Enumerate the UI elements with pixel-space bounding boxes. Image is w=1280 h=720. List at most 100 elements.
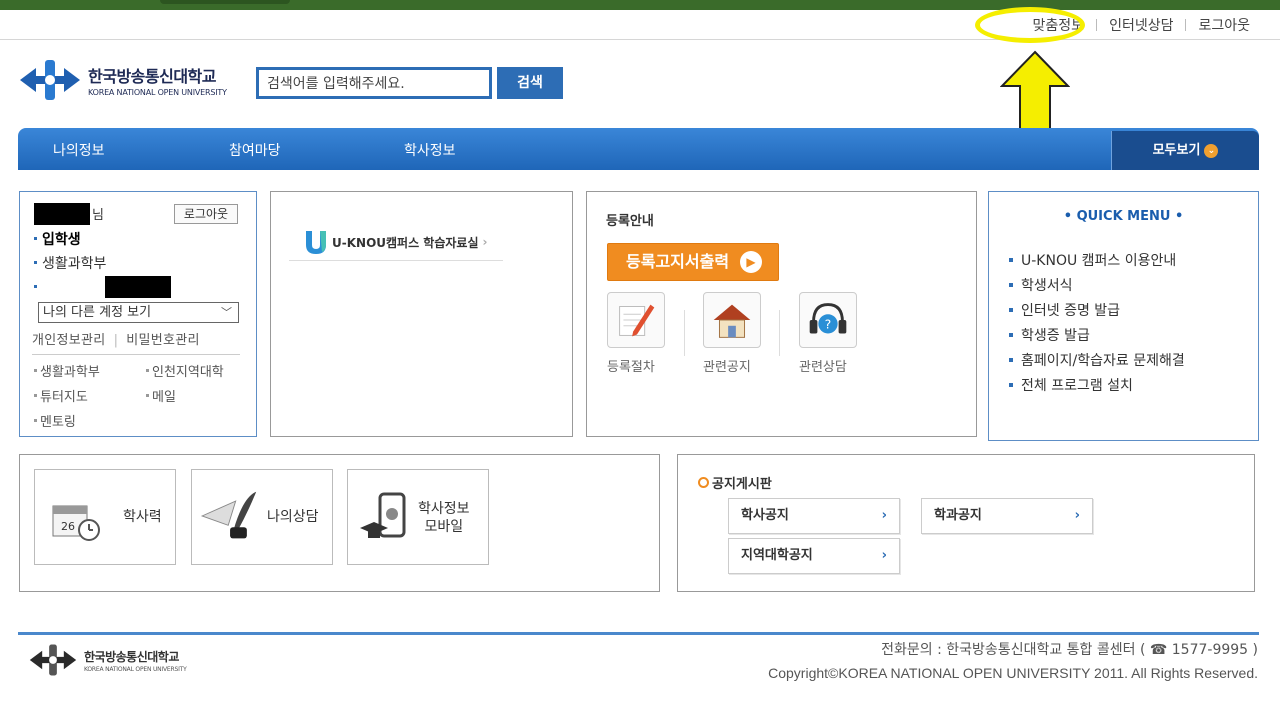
university-logo[interactable]: 한국방송통신대학교 KOREA NATIONAL OPEN UNIVERSITY xyxy=(18,58,227,102)
consult-headset-icon[interactable]: ? xyxy=(799,292,857,348)
dept-notice-button[interactable]: 학과공지 › xyxy=(921,498,1093,534)
top-tab xyxy=(160,0,290,4)
u-knou-icon xyxy=(306,231,326,254)
consult-tile[interactable]: 나의상담 xyxy=(191,469,333,565)
profile-mgmt-link[interactable]: 개인정보관리 xyxy=(32,333,106,348)
mobile-phone-icon xyxy=(360,492,406,538)
view-all-label: 모두보기 xyxy=(1152,143,1201,158)
mobile-tile[interactable]: 학사정보 모바일 xyxy=(347,469,489,565)
calendar-tile-label: 학사력 xyxy=(123,509,162,525)
notice-house-icon[interactable] xyxy=(703,292,761,348)
registration-panel: 등록안내 등록고지서출력 ▶ ? 등록절차 관련공지 관련상담 xyxy=(586,191,977,437)
nav-academic-info[interactable]: 학사정보 xyxy=(404,128,456,170)
calendar-icon: 26 xyxy=(52,505,100,541)
logout-link[interactable]: 로그아웃 xyxy=(1198,15,1250,35)
notice-board-title: 공지게시판 xyxy=(698,473,772,492)
chevron-down-icon: ⌄ xyxy=(1204,143,1219,158)
nav-my-info[interactable]: 나의정보 xyxy=(53,128,105,170)
print-invoice-button[interactable]: 등록고지서출력 ▶ xyxy=(607,243,779,281)
user-link-tutor[interactable]: 튜터지도 xyxy=(34,386,88,405)
quick-menu-item[interactable]: 학생서식 xyxy=(1009,275,1073,295)
chevron-right-icon: › xyxy=(482,235,488,249)
logo-mark-icon xyxy=(29,644,77,676)
redacted-name xyxy=(34,203,90,225)
account-mgmt: 개인정보관리 | 비밀번호관리 xyxy=(32,329,200,348)
footer-logo-en: KOREA NATIONAL OPEN UNIVERSITY xyxy=(84,665,187,673)
svg-text:?: ? xyxy=(825,317,832,332)
quick-menu-title: • QUICK MENU • xyxy=(1063,209,1184,224)
internet-consult-link[interactable]: 인터넷상담 xyxy=(1109,15,1173,35)
nav-participation[interactable]: 참여마당 xyxy=(229,128,281,170)
quick-menu-title-text: QUICK MENU xyxy=(1076,209,1171,224)
divider xyxy=(779,310,780,356)
chevron-right-icon: › xyxy=(881,508,887,523)
footer-logo: 한국방송통신대학교 KOREA NATIONAL OPEN UNIVERSITY xyxy=(28,643,187,677)
quick-menu-item[interactable]: 전체 프로그램 설치 xyxy=(1009,375,1133,395)
divider: | xyxy=(113,333,119,348)
quick-menu-item[interactable]: 홈페이지/학습자료 문제해결 xyxy=(1009,350,1185,370)
logo-text-en: KOREA NATIONAL OPEN UNIVERSITY xyxy=(88,88,227,97)
quick-menu-item[interactable]: 인터넷 증명 발급 xyxy=(1008,300,1120,320)
user-suffix: 님 xyxy=(92,208,104,223)
user-extra-line xyxy=(34,277,52,295)
footer-divider xyxy=(18,632,1259,635)
quick-menu-item[interactable]: 학생증 발급 xyxy=(1009,325,1090,345)
procedure-label: 등록절차 xyxy=(607,360,655,375)
regional-notice-label: 지역대학공지 xyxy=(741,548,813,563)
consult-label: 관련상담 xyxy=(799,360,847,375)
search-input[interactable]: 검색어를 입력해주세요. xyxy=(256,67,492,99)
notice-label: 관련공지 xyxy=(703,360,751,375)
user-status: 입학생 xyxy=(34,229,81,249)
campus-panel: U-KNOU캠퍼스 학습자료실 › xyxy=(270,191,573,437)
academic-notice-button[interactable]: 학사공지 › xyxy=(728,498,900,534)
print-invoice-label: 등록고지서출력 xyxy=(626,252,730,271)
utility-bar: 맞춤정보 인터넷상담 로그아웃 xyxy=(0,10,1280,40)
campus-library-link[interactable]: U-KNOU캠퍼스 학습자료실 › xyxy=(303,228,487,256)
account-select-label: 나의 다른 계정 보기 xyxy=(43,305,152,320)
shortcut-panel: 26 학사력 나의상담 학사정보 모바일 xyxy=(19,454,660,592)
notice-board: 공지게시판 학사공지 › 학과공지 › 지역대학공지 › xyxy=(677,454,1255,592)
user-panel: 님 로그아웃 입학생 생활과학부 나의 다른 계정 보기 ﹀ 개인정보관리 | 비밀번… xyxy=(19,191,257,437)
footer-logo-kr: 한국방송통신대학교 xyxy=(84,649,179,664)
divider xyxy=(684,310,685,356)
main-nav: 나의정보 참여마당 학사정보 모두보기 ⌄ xyxy=(18,128,1259,170)
chevron-right-icon: › xyxy=(881,548,887,563)
divider xyxy=(1096,19,1098,31)
divider xyxy=(289,260,503,261)
quick-menu-item[interactable]: U-KNOU 캠퍼스 이용안내 xyxy=(1008,250,1176,270)
user-department: 생활과학부 xyxy=(33,253,106,273)
divider xyxy=(32,354,240,355)
regional-notice-button[interactable]: 지역대학공지 › xyxy=(728,538,900,574)
footer-contact: 전화문의 : 한국방송통신대학교 통합 콜센터 ( ☎ 1577-9995 ) xyxy=(881,642,1258,658)
logo-mark-icon xyxy=(20,60,80,100)
logo-text-kr: 한국방송통신대학교 xyxy=(88,67,216,86)
calendar-tile[interactable]: 26 학사력 xyxy=(34,469,176,565)
divider xyxy=(1185,19,1187,31)
quick-menu-panel: • QUICK MENU • U-KNOU 캠퍼스 이용안내 학생서식 인터넷 … xyxy=(988,191,1259,441)
quill-pen-icon xyxy=(200,491,257,539)
registration-title: 등록안내 xyxy=(606,214,654,229)
dept-notice-label: 학과공지 xyxy=(934,508,982,523)
campus-link-label: U-KNOU캠퍼스 학습자료실 xyxy=(332,235,479,250)
arrow-right-icon: ▶ xyxy=(740,251,762,273)
redacted-info xyxy=(105,276,171,298)
chevron-down-icon: ﹀ xyxy=(221,306,232,319)
footer-copyright: Copyright©KOREA NATIONAL OPEN UNIVERSITY… xyxy=(768,665,1258,681)
user-link-region[interactable]: 인천지역대학 xyxy=(146,361,224,380)
chevron-right-icon: › xyxy=(1074,508,1080,523)
svg-text:26: 26 xyxy=(61,520,75,533)
user-link-mentoring[interactable]: 멘토링 xyxy=(34,411,76,430)
search-button[interactable]: 검색 xyxy=(497,67,563,99)
view-all-button[interactable]: 모두보기 ⌄ xyxy=(1111,131,1259,170)
password-mgmt-link[interactable]: 비밀번호관리 xyxy=(126,333,200,348)
user-link-dept[interactable]: 생활과학부 xyxy=(34,361,100,380)
academic-notice-label: 학사공지 xyxy=(741,508,789,523)
user-link-mail[interactable]: 메일 xyxy=(146,386,176,405)
account-select[interactable]: 나의 다른 계정 보기 ﹀ xyxy=(38,302,239,323)
mobile-tile-label: 학사정보 모바일 xyxy=(418,501,470,535)
top-bar xyxy=(0,0,1280,10)
highlight-ellipse xyxy=(975,7,1085,43)
procedure-icon[interactable] xyxy=(607,292,665,348)
user-logout-button[interactable]: 로그아웃 xyxy=(174,204,238,224)
consult-tile-label: 나의상담 xyxy=(267,509,319,525)
